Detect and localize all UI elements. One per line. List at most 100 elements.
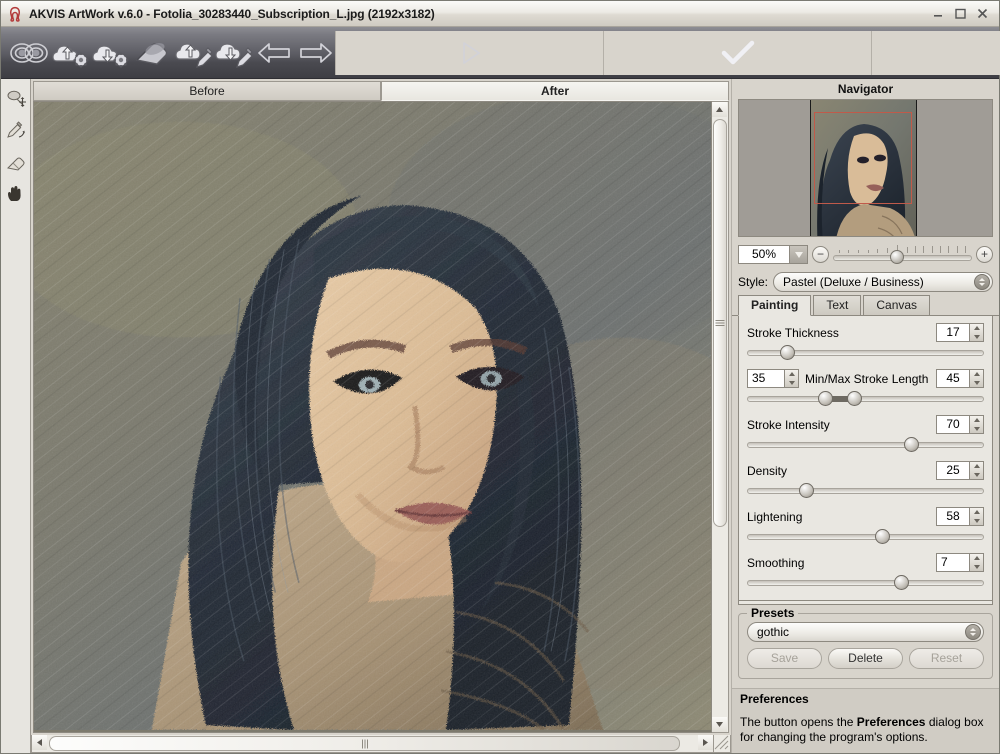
style-dropdown[interactable]: Pastel (Deluxe / Business) — [773, 272, 993, 292]
density-slider[interactable] — [747, 482, 984, 498]
smoothing-row: Smoothing 7 — [747, 553, 984, 572]
navigator-preview[interactable] — [738, 99, 993, 237]
resize-grip[interactable] — [714, 735, 731, 753]
direction-eraser-tool[interactable] — [3, 149, 29, 175]
canvas-wrapper — [31, 101, 731, 735]
save-image-button[interactable] — [215, 31, 255, 75]
preset-save-button[interactable]: Save — [747, 648, 822, 669]
apply-result-button[interactable] — [603, 31, 871, 75]
stroke-intensity-handle[interactable] — [904, 437, 919, 452]
density-value[interactable]: 25 — [936, 461, 970, 480]
density-spinner[interactable] — [970, 461, 984, 480]
lightening-handle[interactable] — [875, 529, 890, 544]
scroll-up-arrow[interactable] — [712, 102, 727, 117]
min-max-track — [747, 396, 984, 402]
parameter-tabs: Painting Text Canvas — [732, 296, 999, 316]
scroll-down-arrow[interactable] — [712, 717, 727, 732]
navigator-viewport-rect[interactable] — [814, 112, 912, 204]
smoothing-track — [747, 580, 984, 586]
title-bar: AKVIS ArtWork v.6.0 - Fotolia_30283440_S… — [1, 1, 999, 27]
smoothing-spinner[interactable] — [970, 553, 984, 572]
stroke-intensity-label: Stroke Intensity — [747, 418, 936, 432]
preset-dropdown[interactable]: gothic — [747, 622, 984, 642]
zoom-dropdown-button[interactable] — [790, 245, 808, 264]
maximize-button[interactable] — [954, 7, 967, 20]
compare-before-after-button[interactable] — [7, 31, 51, 75]
preset-reset-button[interactable]: Reset — [909, 648, 984, 669]
vertical-scroll-thumb[interactable] — [713, 119, 727, 527]
direction-pencil-tool[interactable] — [3, 117, 29, 143]
lightening-row: Lightening 58 — [747, 507, 984, 526]
hand-tool[interactable] — [3, 181, 29, 207]
smoothing-slider[interactable] — [747, 574, 984, 590]
tab-before[interactable]: Before — [33, 81, 381, 101]
smoothing-value[interactable]: 7 — [936, 553, 970, 572]
min-max-stroke-slider[interactable] — [747, 390, 984, 406]
redo-button[interactable] — [295, 31, 335, 75]
preferences-hint: Preferences The button opens the Prefere… — [732, 688, 999, 753]
tab-text[interactable]: Text — [813, 295, 861, 315]
navigator-title: Navigator — [732, 79, 999, 99]
minimize-button[interactable] — [932, 7, 945, 20]
undo-button[interactable] — [255, 31, 295, 75]
lightening-slider[interactable] — [747, 528, 984, 544]
zoom-slider-handle[interactable] — [890, 250, 904, 264]
stroke-length-min-value[interactable]: 35 — [747, 369, 785, 388]
zoom-value-field[interactable]: 50% — [738, 245, 790, 264]
close-button[interactable] — [976, 7, 989, 20]
zoom-out-button[interactable]: − — [812, 246, 829, 263]
preferences-hint-text: The button opens the Preferences dialog … — [740, 715, 991, 745]
akvis-horseshoe-logo — [7, 6, 23, 22]
horizontal-scroll-thumb[interactable] — [49, 736, 680, 751]
tab-canvas[interactable]: Canvas — [863, 295, 930, 315]
run-process-button[interactable] — [335, 31, 603, 75]
stroke-thickness-spinner[interactable] — [970, 323, 984, 342]
right-panel: Navigator — [731, 79, 999, 753]
open-image-button[interactable] — [175, 31, 215, 75]
stroke-intensity-spinner[interactable] — [970, 415, 984, 434]
preset-delete-button[interactable]: Delete — [828, 648, 903, 669]
stroke-thickness-label: Stroke Thickness — [747, 326, 936, 340]
min-stroke-handle[interactable] — [818, 391, 833, 406]
chevron-down-icon — [795, 252, 803, 258]
density-handle[interactable] — [799, 483, 814, 498]
zoom-slider[interactable] — [833, 245, 972, 264]
stroke-length-max-value[interactable]: 45 — [936, 369, 970, 388]
smoothing-handle[interactable] — [894, 575, 909, 590]
stroke-direction-tool[interactable] — [3, 85, 29, 111]
stroke-intensity-track — [747, 442, 984, 448]
tab-after[interactable]: After — [381, 81, 729, 101]
stroke-length-min-spinner[interactable] — [785, 369, 799, 388]
zoom-in-button[interactable]: + — [976, 246, 993, 263]
canvas-vertical-scrollbar[interactable] — [712, 101, 729, 733]
window-title: AKVIS ArtWork v.6.0 - Fotolia_30283440_S… — [29, 7, 435, 21]
image-canvas[interactable] — [33, 101, 712, 733]
stroke-thickness-handle[interactable] — [780, 345, 795, 360]
scroll-left-arrow[interactable] — [32, 735, 47, 750]
style-row: Style: Pastel (Deluxe / Business) — [732, 270, 999, 296]
stroke-thickness-value[interactable]: 17 — [936, 323, 970, 342]
main-toolbar: ? — [1, 27, 999, 79]
lightening-spinner[interactable] — [970, 507, 984, 526]
image-area: Before After — [31, 79, 731, 753]
save-settings-button[interactable] — [91, 31, 131, 75]
stroke-intensity-slider[interactable] — [747, 436, 984, 452]
presets-group: Presets gothic Save Delete Reset — [738, 613, 993, 679]
load-settings-button[interactable] — [51, 31, 91, 75]
density-track — [747, 488, 984, 494]
lightening-label: Lightening — [747, 510, 936, 524]
lightening-value[interactable]: 58 — [936, 507, 970, 526]
canvas-horizontal-scrollbar[interactable] — [31, 735, 714, 753]
stroke-intensity-value[interactable]: 70 — [936, 415, 970, 434]
eraser-tool-button[interactable] — [131, 31, 175, 75]
max-stroke-handle[interactable] — [847, 391, 862, 406]
smoothing-label: Smoothing — [747, 556, 936, 570]
about-info-button[interactable] — [871, 31, 1000, 75]
style-value: Pastel (Deluxe / Business) — [783, 275, 974, 289]
preset-buttons: Save Delete Reset — [747, 648, 984, 669]
scroll-right-arrow[interactable] — [698, 735, 713, 750]
hint-text-bold: Preferences — [857, 715, 926, 729]
tab-painting[interactable]: Painting — [738, 295, 811, 316]
stroke-thickness-slider[interactable] — [747, 344, 984, 360]
stroke-length-max-spinner[interactable] — [970, 369, 984, 388]
